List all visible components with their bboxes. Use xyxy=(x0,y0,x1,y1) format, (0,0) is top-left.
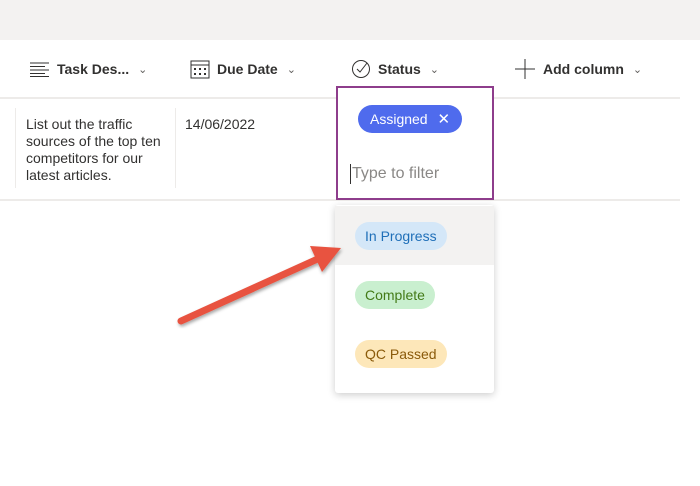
annotation-arrow-icon xyxy=(177,246,341,325)
